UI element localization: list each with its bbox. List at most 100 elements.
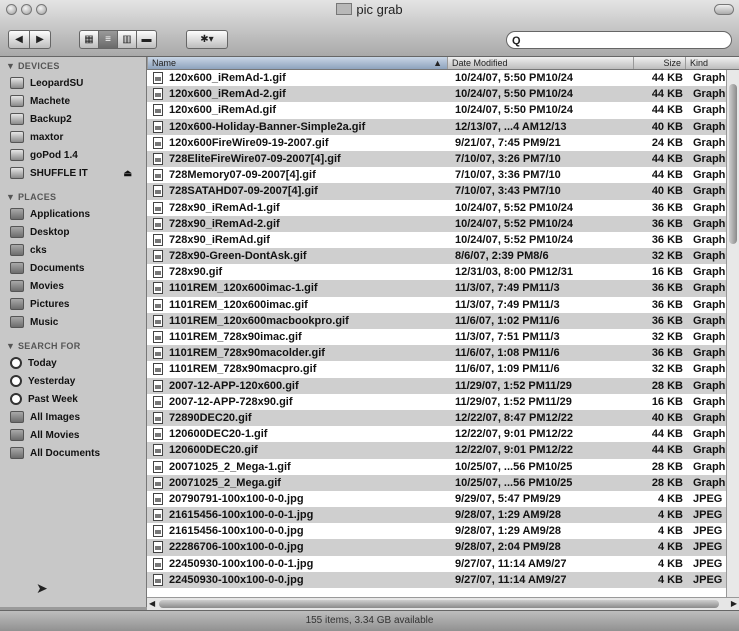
table-row[interactable]: 728x90-Green-DontAsk.gif 8/6/07, 2:39 PM8… xyxy=(147,248,739,265)
sidebar-item-label: maxtor xyxy=(30,131,64,143)
file-date: 10/24/07, 5:50 PM10/24 xyxy=(455,104,574,117)
column-header-kind[interactable]: Kind xyxy=(685,57,739,69)
file-date: 12/31/03, 8:00 PM12/31 xyxy=(455,266,574,279)
column-header-size[interactable]: Size xyxy=(633,57,685,69)
file-name: 120x600_iRemAd-2.gif xyxy=(169,88,286,101)
icon-view-button[interactable]: ▦ xyxy=(79,30,99,49)
table-row[interactable]: 1101REM_728x90macpro.gif 11/6/07, 1:09 PM… xyxy=(147,361,739,377)
table-row[interactable]: 1101REM_728x90imac.gif 11/3/07, 7:51 PM11… xyxy=(147,329,739,345)
sidebar-header-search-for[interactable]: ▼ SEARCH FOR xyxy=(6,341,146,351)
sidebar-item-search[interactable]: All Documents xyxy=(0,444,146,462)
table-row[interactable]: 1101REM_120x600imac-1.gif 11/3/07, 7:49 P… xyxy=(147,280,739,297)
action-menu-button[interactable]: ✱▾ xyxy=(186,30,228,49)
file-size: 44 KB xyxy=(651,88,683,101)
table-row[interactable]: 1101REM_120x600imac.gif 11/3/07, 7:49 PM1… xyxy=(147,297,739,313)
file-size: 36 KB xyxy=(651,233,683,246)
table-row[interactable]: 21615456-100x100-0-0-1.jpg 9/28/07, 1:29 … xyxy=(147,507,739,524)
sidebar-item-device[interactable]: maxtor xyxy=(0,128,146,146)
scroll-left-icon[interactable]: ◀ xyxy=(149,598,155,610)
table-row[interactable]: 728x90_iRemAd.gif 10/24/07, 5:52 PM10/24 3… xyxy=(147,232,739,248)
horizontal-scrollbar[interactable]: ◀ ▶ xyxy=(147,597,739,610)
table-row[interactable]: 1101REM_120x600macbookpro.gif 11/6/07, 1:… xyxy=(147,312,739,329)
table-row[interactable]: 728Memory07-09-2007[4].gif 7/10/07, 3:36 … xyxy=(147,167,739,183)
table-row[interactable]: 120x600_iRemAd-2.gif 10/24/07, 5:50 PM10/… xyxy=(147,86,739,103)
sidebar-item-device[interactable]: goPod 1.4 xyxy=(0,146,146,164)
file-name: 120600DEC20-1.gif xyxy=(169,428,268,441)
sidebar-item-place[interactable]: Movies xyxy=(0,277,146,295)
back-button[interactable]: ◀ xyxy=(8,30,30,49)
table-row[interactable]: 22450930-100x100-0-0-1.jpg 9/27/07, 11:14… xyxy=(147,556,739,572)
sidebar-item-place[interactable]: Applications xyxy=(0,205,146,223)
vertical-scroll-thumb[interactable] xyxy=(729,84,737,244)
sidebar: ▼ DEVICES LeopardSU Machete Backup2 maxt… xyxy=(0,57,147,607)
hard-drive-icon xyxy=(10,77,24,89)
file-size: 44 KB xyxy=(651,444,683,457)
sidebar-item-label: cks xyxy=(30,244,47,256)
sidebar-item-place[interactable]: Documents xyxy=(0,259,146,277)
file-date: 10/24/07, 5:50 PM10/24 xyxy=(455,88,574,101)
table-row[interactable]: 22450930-100x100-0-0.jpg 9/27/07, 11:14 A… xyxy=(147,571,739,588)
table-row[interactable]: 2007-12-APP-120x600.gif 11/29/07, 1:52 PM… xyxy=(147,377,739,394)
table-row[interactable]: 120x600_iRemAd.gif 10/24/07, 5:50 PM10/24… xyxy=(147,102,739,118)
table-row[interactable]: 1101REM_728x90macolder.gif 11/6/07, 1:08 … xyxy=(147,345,739,362)
sidebar-item-place[interactable]: Music xyxy=(0,313,146,331)
table-row[interactable]: 120x600-Holiday-Banner-Simple2a.gif 12/13… xyxy=(147,118,739,135)
sidebar-item-search[interactable]: Today xyxy=(0,354,146,372)
table-row[interactable]: 120x600FireWire09-19-2007.gif 9/21/07, 7:… xyxy=(147,135,739,151)
column-header-name[interactable]: Name ▲ xyxy=(147,57,447,69)
table-row[interactable]: 728SATAHD07-09-2007[4].gif 7/10/07, 3:43 … xyxy=(147,183,739,200)
file-icon xyxy=(153,476,163,489)
coverflow-view-button[interactable]: ▬ xyxy=(136,30,157,49)
sidebar-item-label: All Documents xyxy=(30,447,101,459)
table-row[interactable]: 120x600_iRemAd-1.gif 10/24/07, 5:50 PM10/… xyxy=(147,70,739,86)
table-row[interactable]: 728x90.gif 12/31/03, 8:00 PM12/31 16 KB Gra… xyxy=(147,264,739,280)
table-row[interactable]: 120600DEC20-1.gif 12/22/07, 9:01 PM12/22 4… xyxy=(147,426,739,442)
sidebar-item-place[interactable]: Pictures xyxy=(0,295,146,313)
sidebar-header-devices[interactable]: ▼ DEVICES xyxy=(6,61,146,71)
file-name: 728SATAHD07-09-2007[4].gif xyxy=(169,185,318,198)
sidebar-item-search[interactable]: Past Week xyxy=(0,390,146,408)
sidebar-item-place[interactable]: cks xyxy=(0,241,146,259)
mouse-pointer-icon: ➤ xyxy=(36,580,48,596)
table-row[interactable]: 21615456-100x100-0-0.jpg 9/28/07, 1:29 AM… xyxy=(147,523,739,539)
sidebar-item-search[interactable]: Yesterday xyxy=(0,372,146,390)
file-name: 1101REM_120x600macbookpro.gif xyxy=(169,314,349,327)
forward-button[interactable]: ▶ xyxy=(29,30,51,49)
file-size: 32 KB xyxy=(651,331,683,343)
file-size: 44 KB xyxy=(651,152,683,165)
sidebar-item-device[interactable]: Machete xyxy=(0,92,146,110)
table-row[interactable]: 20071025_2_Mega-1.gif 10/25/07, ...56 PM1… xyxy=(147,459,739,475)
eject-icon[interactable]: ⏏ xyxy=(123,168,132,179)
sidebar-item-device[interactable]: LeopardSU xyxy=(0,74,146,92)
toolbar-toggle-button[interactable] xyxy=(714,4,734,15)
sidebar-item-place[interactable]: Desktop xyxy=(0,223,146,241)
file-icon xyxy=(153,444,163,457)
table-row[interactable]: 22286706-100x100-0-0.jpg 9/28/07, 2:04 PM… xyxy=(147,539,739,556)
sidebar-item-search[interactable]: All Movies xyxy=(0,426,146,444)
table-row[interactable]: 72890DEC20.gif 12/22/07, 8:47 PM12/22 40 K… xyxy=(147,409,739,427)
vertical-scrollbar[interactable] xyxy=(726,70,739,597)
file-size: 16 KB xyxy=(651,395,683,408)
list-view-button[interactable]: ≡ xyxy=(98,30,118,49)
table-row[interactable]: 728EliteFireWire07-09-2007[4].gif 7/10/07… xyxy=(147,150,739,168)
horizontal-scroll-thumb[interactable] xyxy=(159,600,719,608)
sidebar-header-places[interactable]: ▼ PLACES xyxy=(6,192,146,202)
table-row[interactable]: 2007-12-APP-728x90.gif 11/29/07, 1:52 PM1… xyxy=(147,394,739,410)
file-icon xyxy=(153,185,163,198)
sidebar-item-search[interactable]: All Images xyxy=(0,408,146,426)
file-list: Name ▲ Date Modified Size Kind 120x600_iR… xyxy=(147,57,739,597)
sidebar-item-device[interactable]: SHUFFLE IT ⏏ xyxy=(0,164,146,182)
column-view-button[interactable]: ▥ xyxy=(117,30,137,49)
table-row[interactable]: 20071025_2_Mega.gif 10/25/07, ...56 PM10/… xyxy=(147,474,739,491)
search-icon: Q xyxy=(512,35,521,47)
scroll-right-icon[interactable]: ▶ xyxy=(731,598,737,610)
table-row[interactable]: 20790791-100x100-0-0.jpg 9/29/07, 5:47 PM… xyxy=(147,491,739,507)
column-header-date[interactable]: Date Modified xyxy=(447,57,633,69)
sidebar-item-label: LeopardSU xyxy=(30,77,84,89)
table-row[interactable]: 728x90_iRemAd-2.gif 10/24/07, 5:52 PM10/2… xyxy=(147,215,739,232)
table-row[interactable]: 728x90_iRemAd-1.gif 10/24/07, 5:52 PM10/2… xyxy=(147,200,739,216)
file-icon xyxy=(153,541,163,554)
sidebar-item-device[interactable]: Backup2 xyxy=(0,110,146,128)
table-row[interactable]: 120600DEC20.gif 12/22/07, 9:01 PM12/22 44 … xyxy=(147,442,739,459)
search-field[interactable]: Q xyxy=(506,31,732,49)
